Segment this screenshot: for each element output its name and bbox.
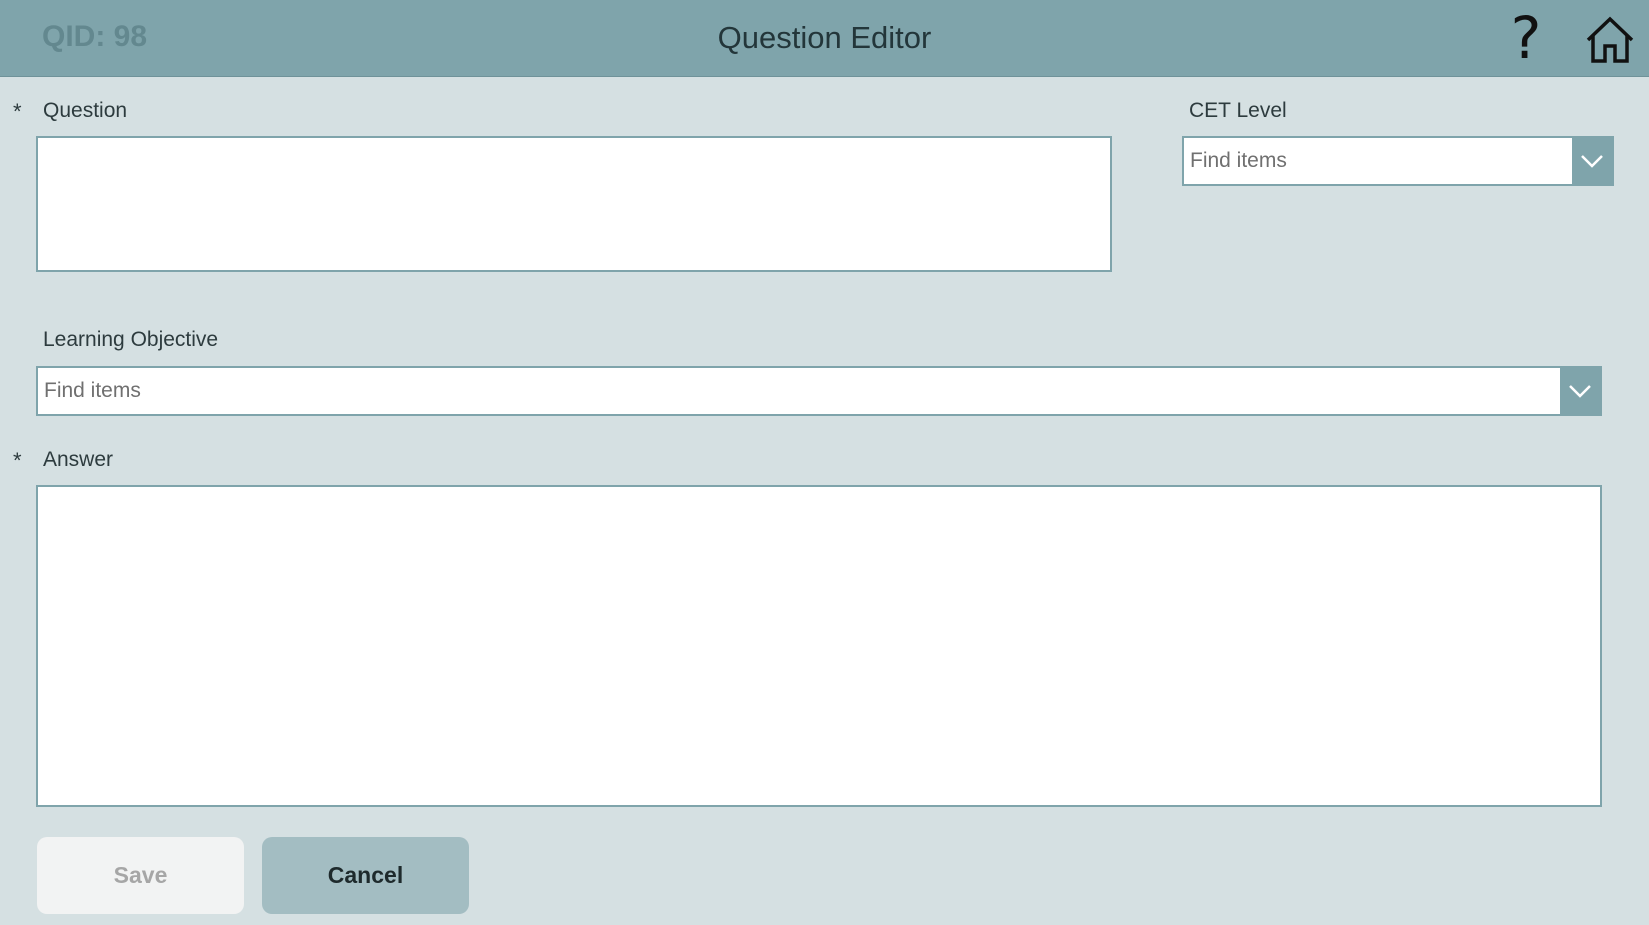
cancel-button[interactable]: Cancel — [262, 837, 469, 914]
answer-label: Answer — [43, 448, 114, 471]
learning-objective-label: Learning Objective — [43, 328, 219, 351]
chevron-down-icon — [1581, 155, 1603, 168]
cet-level-label: CET Level — [1189, 99, 1287, 122]
cet-level-dropdown-button[interactable] — [1572, 138, 1612, 184]
page-title: Question Editor — [717, 20, 932, 55]
question-required-marker: * — [13, 99, 22, 124]
learning-objective-dropdown-button[interactable] — [1560, 368, 1600, 414]
header-bar: QID: 98 Question Editor ? — [0, 0, 1649, 77]
learning-objective-search-input[interactable] — [38, 368, 1560, 414]
cet-level-combobox[interactable] — [1182, 136, 1614, 186]
chevron-down-icon — [1569, 385, 1591, 398]
answer-input[interactable] — [36, 485, 1602, 807]
question-mark-icon: ? — [1510, 4, 1542, 72]
answer-required-marker: * — [13, 448, 22, 473]
question-label: Question — [43, 99, 128, 122]
save-button[interactable]: Save — [37, 837, 244, 914]
help-button[interactable]: ? — [1505, 8, 1547, 68]
home-icon — [1586, 16, 1634, 63]
cet-level-search-input[interactable] — [1184, 138, 1572, 184]
question-input[interactable] — [36, 136, 1112, 272]
home-button[interactable] — [1584, 16, 1636, 64]
learning-objective-combobox[interactable] — [36, 366, 1602, 416]
